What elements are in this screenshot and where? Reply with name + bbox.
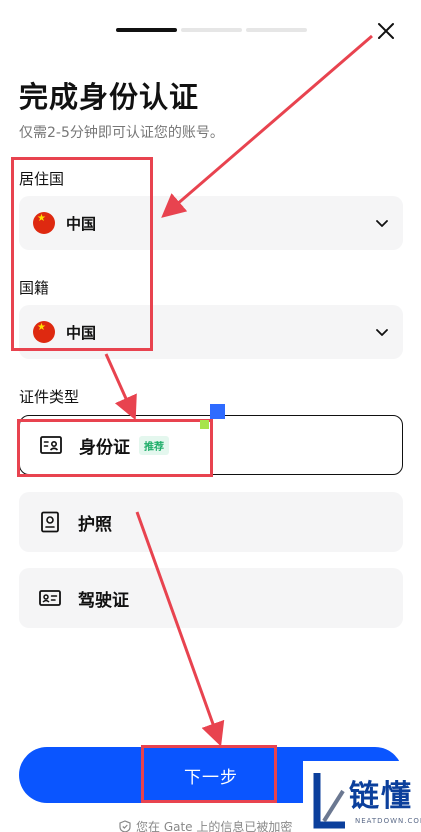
watermark-logo-icon	[313, 773, 345, 829]
overlay-marker	[200, 420, 209, 429]
watermark-text: 链懂	[349, 779, 413, 814]
annotation-arrow	[135, 511, 225, 747]
watermark-subtext: NEATDOWN.COM	[355, 817, 421, 825]
annotation-arrow	[104, 353, 137, 421]
annotation-arrow	[161, 34, 373, 218]
watermark: 链懂 NEATDOWN.COM	[303, 761, 421, 832]
overlay-marker	[210, 404, 225, 419]
